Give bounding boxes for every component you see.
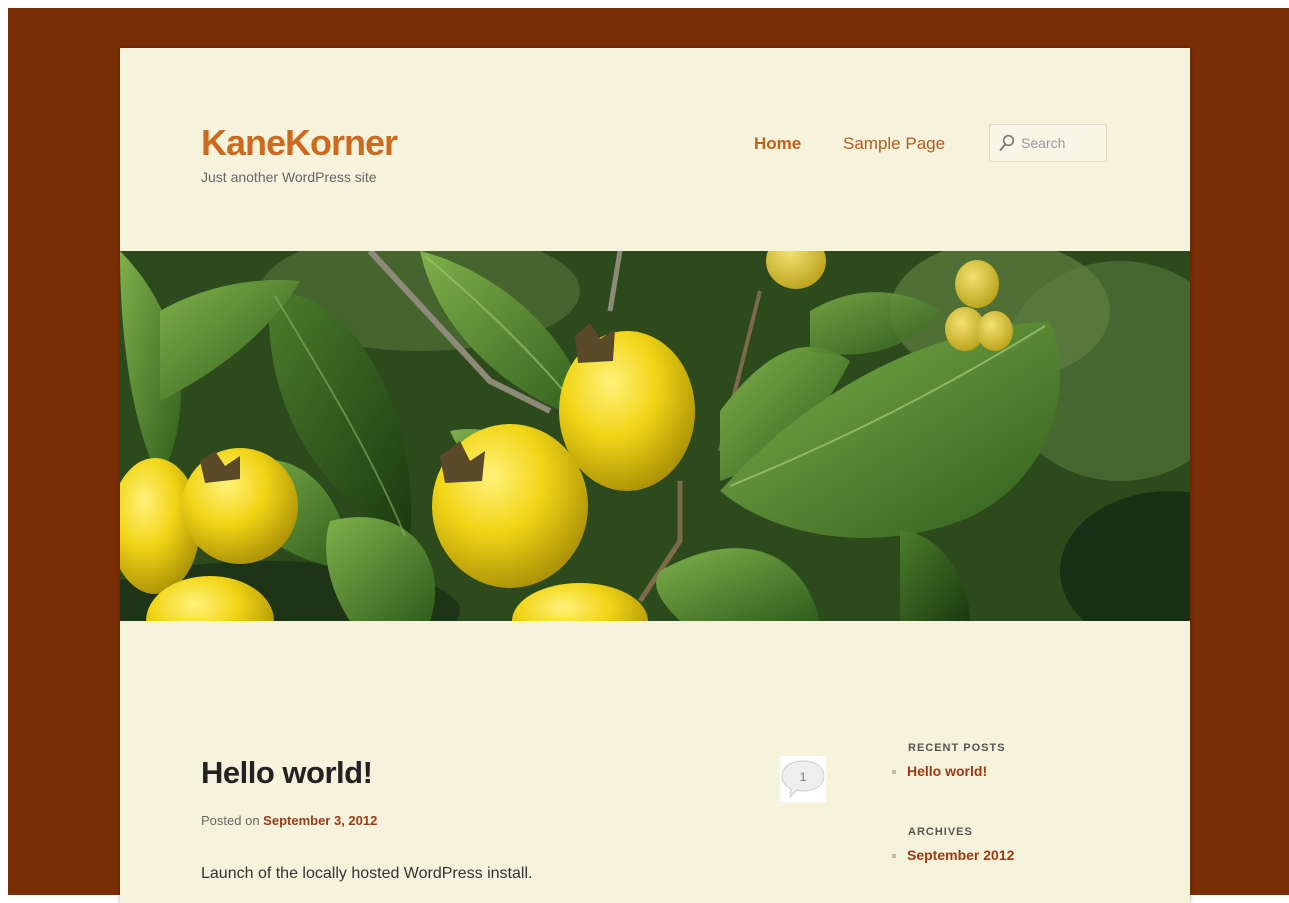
comment-count-badge[interactable]: 1	[780, 756, 826, 802]
site-description: Just another WordPress site	[201, 169, 377, 185]
recent-posts-list: Hello world!	[892, 763, 987, 779]
header-image	[120, 251, 1190, 621]
site-background: KaneKorner Just another WordPress site H…	[8, 8, 1289, 903]
archives-title: ARCHIVES	[908, 826, 973, 838]
page-container: KaneKorner Just another WordPress site H…	[120, 48, 1190, 903]
archives-list: September 2012	[892, 847, 1014, 863]
post-title[interactable]: Hello world!	[201, 755, 373, 791]
archive-link[interactable]: September 2012	[907, 847, 1014, 863]
search-input[interactable]	[1021, 135, 1101, 151]
list-item: Hello world!	[892, 763, 987, 779]
search-box[interactable]	[989, 124, 1107, 162]
post-meta: Posted on September 3, 2012	[201, 813, 377, 828]
posted-on-label: Posted on	[201, 813, 260, 828]
recent-post-link[interactable]: Hello world!	[907, 763, 987, 779]
list-item: September 2012	[892, 847, 1014, 863]
site-title[interactable]: KaneKorner	[201, 122, 398, 164]
post-date-link[interactable]: September 3, 2012	[263, 813, 377, 828]
post-content: Launch of the locally hosted WordPress i…	[201, 865, 533, 882]
search-icon	[999, 134, 1015, 151]
recent-posts-title: RECENT POSTS	[908, 742, 1006, 754]
nav-item-sample-page[interactable]: Sample Page	[843, 134, 945, 154]
nav-item-home[interactable]: Home	[754, 134, 801, 154]
comment-count: 1	[799, 770, 807, 784]
